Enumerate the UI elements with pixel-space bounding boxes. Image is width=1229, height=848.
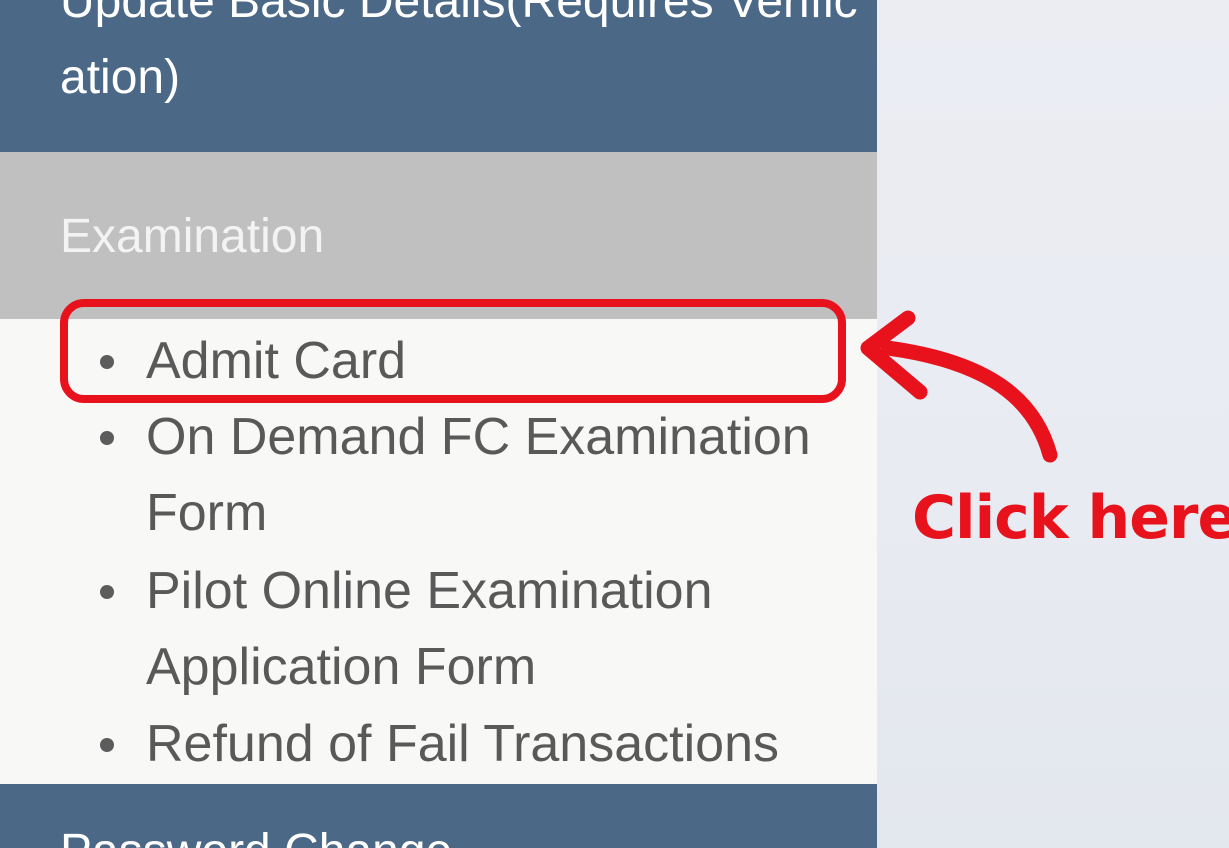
click-here-annotation: Click here: [912, 483, 1229, 553]
submenu-item-label: Refund of Fail Transactions: [146, 715, 779, 773]
menu-item-label: Password Change: [60, 822, 452, 848]
sidebar-menu: Update Basic Details(Requires Verificati…: [0, 0, 877, 848]
menu-item-update-basic-details[interactable]: Update Basic Details(Requires Verificati…: [0, 0, 877, 152]
bullet-icon: [100, 431, 114, 445]
submenu-item-label: On Demand FC Examination Form: [146, 408, 811, 542]
curved-arrow-icon: [860, 310, 1058, 463]
menu-item-password-change[interactable]: Password Change: [0, 784, 877, 848]
examination-section-title: Examination: [60, 210, 325, 263]
bullet-icon: [100, 738, 114, 752]
submenu-item-on-demand-fc-examination-form[interactable]: On Demand FC Examination Form: [0, 399, 877, 551]
bullet-icon: [100, 585, 114, 599]
submenu-item-label: Pilot Online Examination Application For…: [146, 562, 713, 696]
menu-item-label: Update Basic Details(Requires Verificati…: [60, 0, 858, 104]
submenu-item-refund-of-fail-transactions[interactable]: Refund of Fail Transactions: [0, 706, 877, 782]
highlight-box: [60, 299, 846, 403]
submenu-item-pilot-online-examination-application-form[interactable]: Pilot Online Examination Application For…: [0, 553, 877, 705]
